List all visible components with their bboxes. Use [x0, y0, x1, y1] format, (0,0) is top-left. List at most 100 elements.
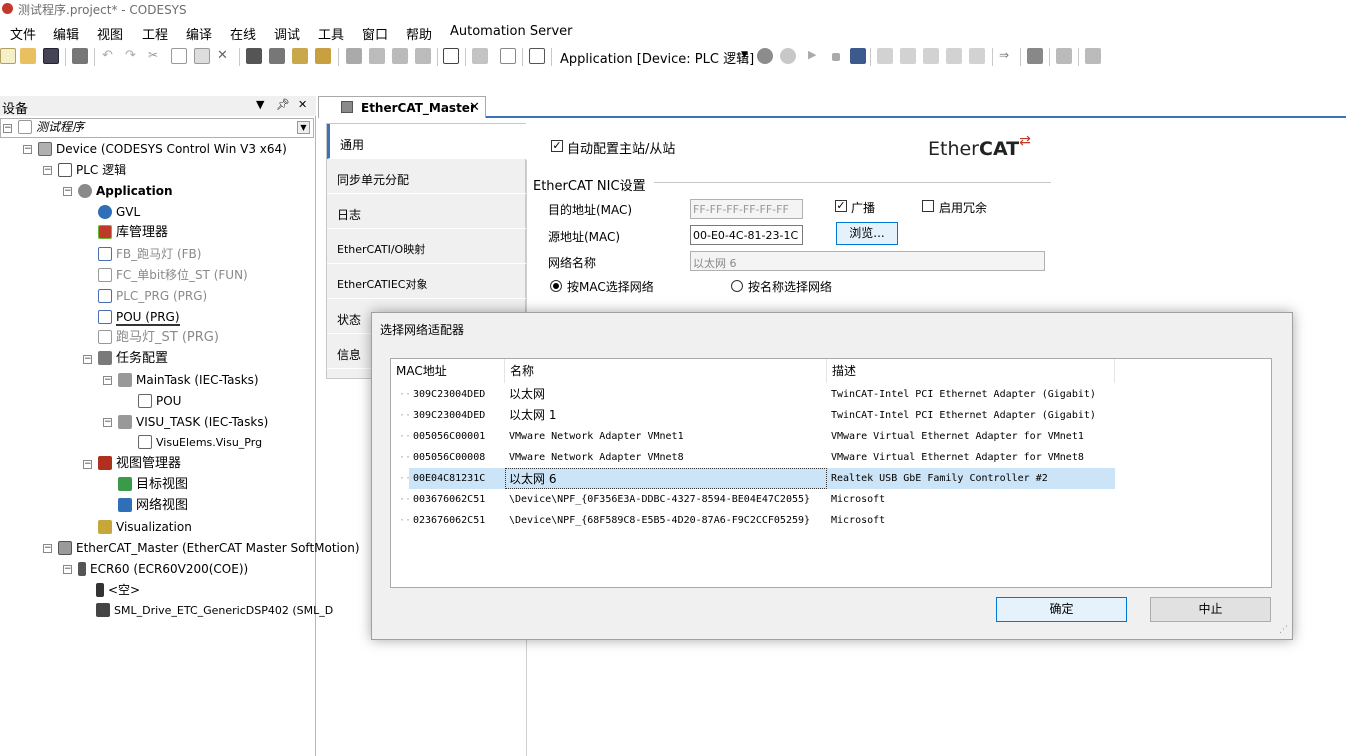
new-file-icon[interactable]: [0, 48, 16, 64]
chevron-down-icon[interactable]: ▼: [741, 50, 748, 60]
tree-item-visu-task[interactable]: VISU_TASK (IEC-Tasks): [118, 412, 268, 432]
chevron-down-icon[interactable]: ▼: [297, 121, 310, 134]
close-icon[interactable]: ✕: [298, 98, 307, 111]
nav-io-mapping[interactable]: EtherCATI/O映射: [327, 229, 527, 264]
force-values-icon[interactable]: [1027, 48, 1043, 64]
tree-item-web-visu[interactable]: 网络视图: [118, 496, 188, 516]
properties-icon[interactable]: [500, 48, 516, 64]
tree-item-target-visu[interactable]: 目标视图: [118, 475, 188, 495]
paste-icon[interactable]: [194, 48, 210, 64]
bookmark-prev-icon[interactable]: [369, 48, 385, 64]
tree-item-visu-manager[interactable]: 视图管理器: [98, 454, 181, 474]
menu-debug[interactable]: 调试: [274, 24, 300, 43]
start-icon[interactable]: ▶: [808, 48, 816, 64]
pin-icon[interactable]: 📌︎: [276, 98, 290, 111]
find-in-project-icon[interactable]: [292, 48, 308, 64]
menu-window[interactable]: 窗口: [362, 24, 388, 43]
column-header-mac[interactable]: MAC地址: [391, 359, 505, 383]
menu-help[interactable]: 帮助: [406, 24, 432, 43]
menu-tools[interactable]: 工具: [318, 24, 344, 43]
expander-icon[interactable]: −: [83, 355, 92, 364]
expander-icon[interactable]: −: [3, 124, 12, 133]
menu-view[interactable]: 视图: [97, 24, 123, 43]
tree-item-project[interactable]: 测试程序: [18, 117, 84, 137]
menu-project[interactable]: 工程: [142, 24, 168, 43]
tree-item-plc-logic[interactable]: PLC 逻辑: [58, 160, 126, 180]
nav-iec-objects[interactable]: EtherCATIEC对象: [327, 264, 527, 299]
broadcast-checkbox[interactable]: ✓: [835, 200, 847, 212]
tree-item-empty-slot[interactable]: <空>: [96, 580, 140, 600]
browse-button[interactable]: 浏览...: [836, 222, 898, 245]
tree-item-task-config[interactable]: 任务配置: [98, 349, 168, 369]
reset-icon[interactable]: [850, 48, 866, 64]
list-item[interactable]: ·· 005056C00001 VMware Network Adapter V…: [391, 426, 1271, 447]
list-item-selected[interactable]: ·· 00E04C81231C 以太网 6 Realtek USB GbE Fa…: [391, 468, 1271, 489]
tree-item-visuelems[interactable]: VisuElems.Visu_Prg: [138, 433, 262, 453]
undo-icon[interactable]: ↶: [102, 48, 113, 64]
redo-icon[interactable]: ↷: [125, 48, 136, 64]
write-values-icon[interactable]: ⇒: [999, 48, 1009, 64]
menu-automation-server[interactable]: Automation Server: [450, 24, 572, 39]
tree-item-ecr60[interactable]: ECR60 (ECR60V200(COE)): [78, 559, 248, 579]
active-application-select[interactable]: Application [Device: PLC 逻辑]: [560, 48, 754, 67]
adapter-list[interactable]: MAC地址 名称 描述 ·· 309C23004DED 以太网 TwinCAT-…: [390, 358, 1272, 588]
list-item[interactable]: ·· 003676062C51 \Device\NPF_{0F356E3A-DD…: [391, 489, 1271, 510]
menu-build[interactable]: 编译: [186, 24, 212, 43]
menu-online[interactable]: 在线: [230, 24, 256, 43]
delete-icon[interactable]: ✕: [217, 48, 228, 64]
resize-grip-icon[interactable]: ⋰: [1279, 625, 1288, 635]
cut-icon[interactable]: ✂: [148, 48, 158, 64]
nav-sync-unit[interactable]: 同步单元分配: [327, 159, 527, 194]
replace-icon[interactable]: [269, 48, 285, 64]
select-by-mac-radio[interactable]: [550, 280, 562, 292]
bookmark-next-icon[interactable]: [392, 48, 408, 64]
redundancy-checkbox[interactable]: [922, 200, 934, 212]
breakpoint-icon[interactable]: [1085, 48, 1101, 64]
tree-item-gvl[interactable]: GVL: [98, 202, 140, 222]
expander-icon[interactable]: −: [23, 145, 32, 154]
list-item[interactable]: ·· 005056C00008 VMware Network Adapter V…: [391, 447, 1271, 468]
step-into-icon[interactable]: [900, 48, 916, 64]
expander-icon[interactable]: −: [63, 187, 72, 196]
dest-mac-field[interactable]: FF-FF-FF-FF-FF-FF: [690, 199, 803, 219]
cancel-button[interactable]: 中止: [1150, 597, 1271, 622]
tree-item-pou-prg[interactable]: POU (PRG): [98, 307, 180, 327]
tree-item-ethercat-master[interactable]: EtherCAT_Master (EtherCAT Master SoftMot…: [58, 538, 360, 558]
tree-item-maintask-pou[interactable]: POU: [138, 391, 181, 411]
tree-item-maintask[interactable]: MainTask (IEC-Tasks): [118, 370, 259, 390]
set-next-statement-icon[interactable]: [969, 48, 985, 64]
stop-icon[interactable]: [832, 53, 840, 61]
menu-edit[interactable]: 编辑: [53, 24, 79, 43]
tree-item-fb-marquee[interactable]: FB_跑马灯 (FB): [98, 244, 201, 264]
src-mac-field[interactable]: 00-E0-4C-81-23-1C: [690, 225, 803, 245]
bookmark-clear-icon[interactable]: [415, 48, 431, 64]
select-by-name-radio[interactable]: [731, 280, 743, 292]
expander-icon[interactable]: −: [103, 418, 112, 427]
expander-icon[interactable]: −: [43, 544, 52, 553]
tree-item-device[interactable]: Device (CODESYS Control Win V3 x64): [38, 139, 287, 159]
tab-ethercat-master[interactable]: EtherCAT_Master ✕: [318, 96, 486, 118]
tree-item-fc-shift[interactable]: FC_单bit移位_ST (FUN): [98, 265, 248, 285]
logout-icon[interactable]: [780, 48, 796, 64]
step-over-icon[interactable]: [877, 48, 893, 64]
save-icon[interactable]: [43, 48, 59, 64]
expander-icon[interactable]: −: [63, 565, 72, 574]
replace-in-project-icon[interactable]: [315, 48, 331, 64]
login-icon[interactable]: [757, 48, 773, 64]
run-to-cursor-icon[interactable]: [946, 48, 962, 64]
find-icon[interactable]: [246, 48, 262, 64]
tree-item-sml-drive[interactable]: SML_Drive_ETC_GenericDSP402 (SML_D: [96, 601, 333, 621]
window-icon[interactable]: [443, 48, 459, 64]
expander-icon[interactable]: −: [83, 460, 92, 469]
column-header-desc[interactable]: 描述: [827, 359, 1115, 383]
column-header-name[interactable]: 名称: [505, 359, 827, 383]
auto-config-checkbox[interactable]: ✓: [551, 140, 563, 152]
nav-log[interactable]: 日志: [327, 194, 527, 229]
list-item[interactable]: ·· 023676062C51 \Device\NPF_{68F589C8-E5…: [391, 510, 1271, 531]
open-folder-icon[interactable]: [20, 48, 36, 64]
panel-menu-icon[interactable]: ▼: [256, 98, 264, 111]
unforce-icon[interactable]: [1056, 48, 1072, 64]
copy-icon[interactable]: [171, 48, 187, 64]
tree-item-application[interactable]: Application: [78, 181, 173, 201]
tree-item-visualization[interactable]: Visualization: [98, 517, 192, 537]
